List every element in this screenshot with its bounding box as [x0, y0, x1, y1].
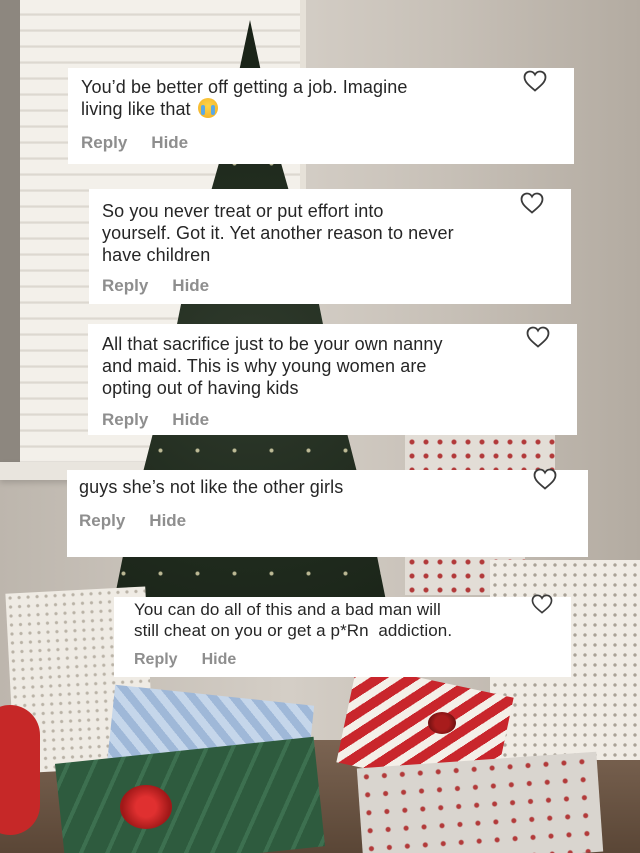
- comment-actions: Reply Hide: [79, 511, 186, 531]
- loudly-crying-face-icon: [197, 98, 218, 118]
- gift-bow: [120, 785, 172, 829]
- toy-helmet: [0, 705, 40, 835]
- comment-card: guys she’s not like the other girls Repl…: [67, 468, 588, 557]
- comment-actions: Reply Hide: [102, 410, 209, 430]
- comment-text: You can do all of this and a bad man wil…: [134, 600, 453, 640]
- comment-actions: Reply Hide: [102, 276, 209, 296]
- hide-button[interactable]: Hide: [151, 133, 188, 153]
- hide-button[interactable]: Hide: [149, 511, 186, 531]
- heart-icon[interactable]: [523, 70, 547, 92]
- hide-button[interactable]: Hide: [172, 276, 209, 296]
- comment-card: All that sacrifice just to be your own n…: [88, 324, 577, 435]
- gift-bow: [428, 712, 456, 734]
- reply-button[interactable]: Reply: [79, 511, 125, 531]
- heart-icon[interactable]: [531, 594, 555, 616]
- comment-text: So you never treat or put effort into yo…: [102, 201, 454, 265]
- comment-card: You’d be better off getting a job. Imagi…: [68, 68, 574, 164]
- hide-button[interactable]: Hide: [202, 651, 237, 669]
- comment-actions: Reply Hide: [81, 133, 188, 153]
- reply-button[interactable]: Reply: [102, 276, 148, 296]
- reply-button[interactable]: Reply: [102, 410, 148, 430]
- comment-card: You can do all of this and a bad man wil…: [114, 594, 571, 677]
- comment-text-line: You’d be better off getting a job. Imagi…: [81, 77, 408, 97]
- comment-text: guys she’s not like the other girls: [79, 477, 344, 497]
- gift-box: [356, 751, 604, 853]
- comment-actions: Reply Hide: [134, 651, 236, 669]
- comment-card: So you never treat or put effort into yo…: [89, 189, 571, 304]
- reply-button[interactable]: Reply: [81, 133, 127, 153]
- heart-icon[interactable]: [526, 326, 550, 348]
- comment-text: All that sacrifice just to be your own n…: [102, 334, 443, 398]
- reply-button[interactable]: Reply: [134, 651, 178, 669]
- heart-icon[interactable]: [533, 468, 557, 490]
- window-frame: [0, 0, 20, 470]
- comment-text-line: living like that: [81, 99, 191, 119]
- hide-button[interactable]: Hide: [172, 410, 209, 430]
- comment-text: You’d be better off getting a job. Imagi…: [81, 76, 560, 120]
- heart-icon[interactable]: [520, 192, 544, 214]
